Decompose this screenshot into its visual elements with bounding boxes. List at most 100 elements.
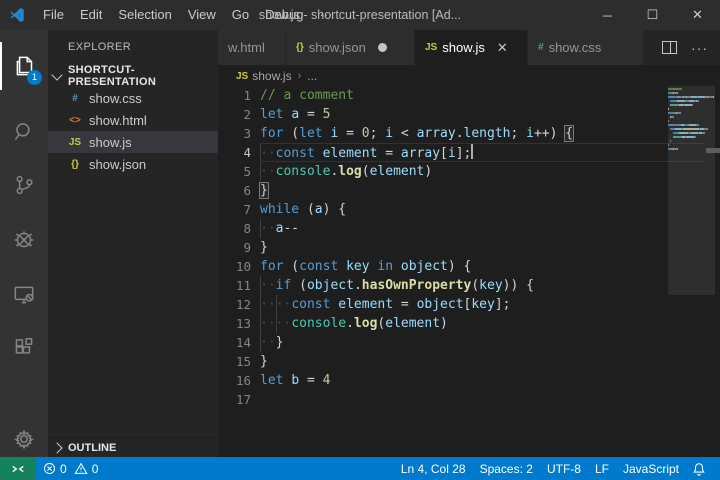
file-name: show.css (89, 91, 142, 106)
line-content: ····const element = object[key]; (260, 295, 720, 314)
code-line-11[interactable]: 11··if (object.hasOwnProperty(key)) { (218, 276, 720, 295)
tab-label: show.js (442, 40, 485, 55)
line-number: 14 (218, 333, 260, 352)
tab-actions: ··· (662, 30, 714, 65)
split-editor-icon[interactable] (662, 41, 677, 54)
line-number: 2 (218, 105, 260, 124)
code-line-12[interactable]: 12····const element = object[key]; (218, 295, 720, 314)
indent-guide (260, 295, 261, 314)
problems-button[interactable]: 0 0 (36, 457, 105, 480)
menu-item-go[interactable]: Go (224, 0, 257, 30)
code-line-13[interactable]: 13····console.log(element) (218, 314, 720, 333)
tab-showjs[interactable]: JS show.js ✕ (415, 30, 527, 65)
extensions-icon[interactable] (0, 324, 48, 372)
maximize-button[interactable]: ☐ (630, 0, 675, 30)
file-item-show.json[interactable]: {}show.json (48, 153, 218, 175)
text-cursor (471, 144, 473, 159)
menu-item-edit[interactable]: Edit (72, 0, 110, 30)
line-content: for (let i = 0; i < array.length; i++) { (260, 124, 720, 143)
tab-file-type-icon: # (538, 42, 544, 53)
code-line-4[interactable]: 4··const element = array[i]; (218, 143, 720, 162)
line-content: ··a-- (260, 219, 720, 238)
breadcrumb: JS show.js › ... (218, 65, 720, 87)
line-content: ··if (object.hasOwnProperty(key)) { (260, 276, 720, 295)
file-item-show.js[interactable]: JSshow.js (48, 131, 218, 153)
tab-label: w.html (228, 40, 265, 55)
code-line-3[interactable]: 3for (let i = 0; i < array.length; i++) … (218, 124, 720, 143)
tab-showjson[interactable]: {} show.json (286, 30, 414, 65)
error-icon (43, 462, 56, 475)
folder-section-header[interactable]: SHORTCUT-PRESENTATION (48, 65, 218, 87)
search-icon[interactable] (0, 108, 48, 156)
code-line-14[interactable]: 14··} (218, 333, 720, 352)
breadcrumb-symbol[interactable]: ... (307, 69, 317, 83)
indent-guide (260, 276, 261, 295)
code-line-1[interactable]: 1// a comment (218, 86, 720, 105)
debug-icon[interactable] (0, 216, 48, 264)
settings-gear-icon[interactable] (0, 415, 48, 463)
code-line-7[interactable]: 7while (a) { (218, 200, 720, 219)
modified-dot-icon[interactable] (378, 43, 387, 52)
outline-section-header[interactable]: OUTLINE (48, 437, 218, 457)
tab-file-type-icon: {} (296, 42, 304, 53)
line-content: ····console.log(element) (260, 314, 720, 333)
source-control-icon[interactable] (0, 161, 48, 209)
code-line-9[interactable]: 9} (218, 238, 720, 257)
code-line-17[interactable]: 17 (218, 390, 720, 409)
remote-indicator-button[interactable] (0, 457, 36, 480)
tab-showcss[interactable]: #show.css (528, 30, 643, 65)
indent-guide (260, 314, 261, 333)
overview-ruler[interactable] (706, 86, 720, 457)
file-list: #show.css<>show.htmlJSshow.js{}show.json (48, 87, 218, 175)
code-line-5[interactable]: 5··console.log(element) (218, 162, 720, 181)
status-lf[interactable]: LF (588, 457, 616, 480)
notifications-bell-icon[interactable] (686, 457, 720, 480)
more-actions-icon[interactable]: ··· (691, 40, 708, 56)
line-content: } (260, 238, 720, 257)
file-type-icon: <> (66, 115, 84, 126)
minimize-button[interactable]: ─ (585, 0, 630, 30)
status-bar-right: Ln 4, Col 28Spaces: 2UTF-8LFJavaScript (394, 457, 720, 480)
tab-file-type-icon: JS (425, 42, 437, 53)
status-spaces[interactable]: Spaces: 2 (473, 457, 540, 480)
chevron-down-icon (51, 69, 62, 80)
status-ln[interactable]: Ln 4, Col 28 (394, 457, 473, 480)
code-line-8[interactable]: 8··a-- (218, 219, 720, 238)
file-name: show.json (89, 157, 146, 172)
chevron-right-icon (51, 442, 62, 453)
js-file-icon: JS (236, 71, 248, 82)
status-javascript[interactable]: JavaScript (616, 457, 686, 480)
title-bar: FileEditSelectionViewGoDebug··· show.js … (0, 0, 720, 30)
window-title: show.js - shortcut-presentation [Ad... (259, 0, 461, 30)
menu-item-selection[interactable]: Selection (110, 0, 179, 30)
menu-item-view[interactable]: View (180, 0, 224, 30)
line-number: 3 (218, 124, 260, 143)
tab-whtml[interactable]: w.html (218, 30, 285, 65)
line-number: 12 (218, 295, 260, 314)
error-count: 0 (60, 462, 67, 476)
close-button[interactable]: ✕ (675, 0, 720, 30)
menu-item-file[interactable]: File (35, 0, 72, 30)
file-item-show.css[interactable]: #show.css (48, 87, 218, 109)
tab-label: show.json (309, 40, 366, 55)
code-line-6[interactable]: 6} (218, 181, 720, 200)
line-content: for (const key in object) { (260, 257, 720, 276)
breadcrumb-file[interactable]: show.js (252, 69, 291, 83)
line-number: 4 (218, 143, 260, 162)
explorer-icon[interactable]: 1 (0, 42, 48, 90)
chevron-right-icon: › (298, 70, 302, 82)
status-utf-8[interactable]: UTF-8 (540, 457, 588, 480)
remote-explorer-icon[interactable] (0, 271, 48, 319)
code-editor[interactable]: 1// a comment2let a = 53for (let i = 0; … (218, 86, 720, 457)
line-number: 17 (218, 390, 260, 409)
file-item-show.html[interactable]: <>show.html (48, 109, 218, 131)
line-number: 11 (218, 276, 260, 295)
indent-guide (260, 162, 261, 181)
warning-icon (74, 462, 88, 475)
code-line-2[interactable]: 2let a = 5 (218, 105, 720, 124)
tab-close-icon[interactable]: ✕ (497, 40, 508, 56)
indent-guide (276, 295, 277, 314)
code-line-15[interactable]: 15} (218, 352, 720, 371)
code-line-10[interactable]: 10for (const key in object) { (218, 257, 720, 276)
code-line-16[interactable]: 16let b = 4 (218, 371, 720, 390)
